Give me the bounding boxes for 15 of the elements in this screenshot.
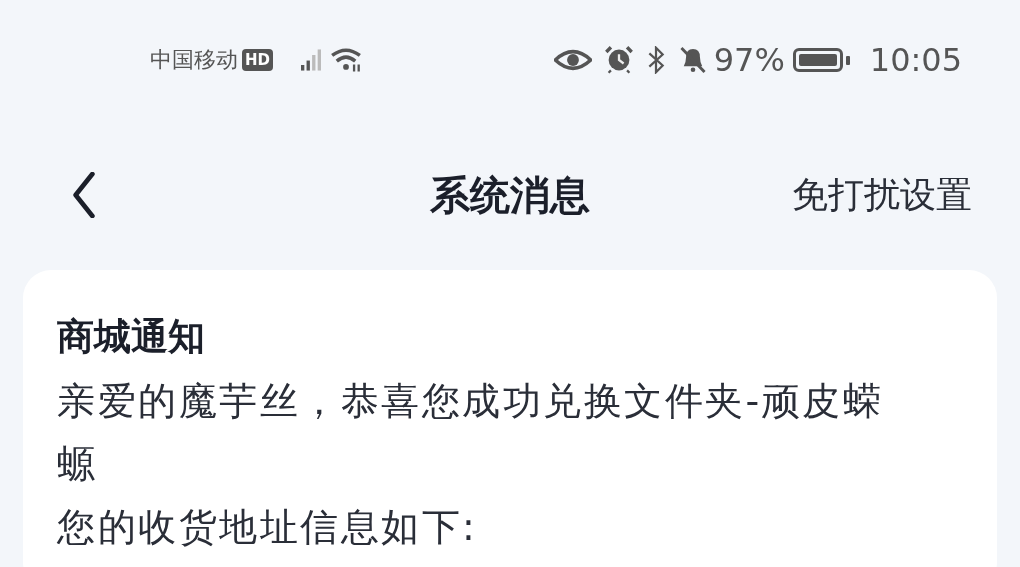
eye-icon bbox=[553, 47, 592, 73]
do-not-disturb-link[interactable]: 免打扰设置 bbox=[792, 170, 972, 220]
clock: 10:05 bbox=[869, 41, 962, 79]
page-title: 系统消息 bbox=[430, 170, 590, 220]
battery-icon bbox=[792, 48, 850, 72]
wifi-icon bbox=[331, 47, 361, 73]
back-icon[interactable] bbox=[70, 172, 98, 218]
carrier-name: 中国移动 bbox=[150, 46, 238, 74]
message-title: 商城通知 bbox=[57, 314, 206, 360]
battery-percent: 97% bbox=[713, 41, 785, 79]
hd-badge: HD bbox=[242, 49, 273, 71]
alarm-icon bbox=[603, 45, 634, 75]
signal-icon bbox=[301, 49, 321, 71]
message-text: 亲爱的魔芋丝，恭喜您成功兑换文件夹-顽皮蝾螈 bbox=[57, 378, 885, 488]
message-text: 您的收货地址信息如下: bbox=[57, 504, 479, 551]
